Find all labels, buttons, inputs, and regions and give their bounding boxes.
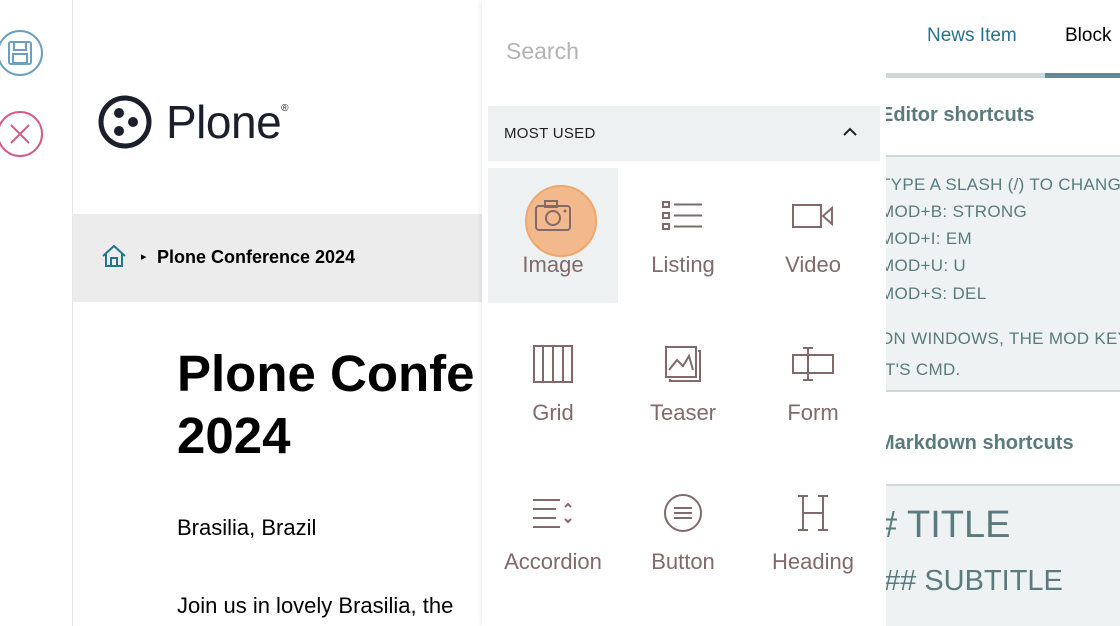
button-icon <box>653 483 713 543</box>
block-search-input[interactable] <box>506 38 866 65</box>
most-used-section-header[interactable]: MOST USED <box>488 106 880 161</box>
block-teaser[interactable]: Teaser <box>618 316 748 451</box>
block-label: Grid <box>532 400 574 425</box>
breadcrumb-separator: ▸ <box>141 251 147 263</box>
block-label: Video <box>785 252 841 277</box>
breadcrumb: ▸ Plone Conference 2024 <box>73 214 493 302</box>
tab-block[interactable]: Block <box>1065 25 1111 47</box>
form-icon <box>783 334 843 394</box>
section-label: MOST USED <box>504 125 596 142</box>
block-label: Button <box>651 549 715 574</box>
page-content: Plone ® ▸ Plone Conference 2024 Plone Co… <box>73 0 493 626</box>
video-icon <box>783 186 843 246</box>
shortcut-line: TYPE A SLASH (/) TO CHANGE <box>886 175 1120 194</box>
chevron-up-icon <box>843 127 857 136</box>
editor-shortcuts-title: Editor shortcuts <box>886 104 1035 126</box>
save-icon <box>8 41 32 65</box>
markdown-title-example: # TITLE <box>886 504 1011 546</box>
toolbar <box>0 0 73 626</box>
grid-icon <box>523 334 583 394</box>
block-label: Listing <box>651 252 715 277</box>
save-button[interactable] <box>0 30 43 76</box>
block-accordion[interactable]: Accordion <box>488 465 618 600</box>
block-button[interactable]: Button <box>618 465 748 600</box>
list-icon <box>653 186 713 246</box>
block-label: Teaser <box>649 400 717 425</box>
markdown-shortcuts-title: Markdown shortcuts <box>886 432 1074 454</box>
block-grid[interactable]: Grid <box>488 316 618 451</box>
block-listing[interactable]: Listing <box>618 168 748 303</box>
block-heading[interactable]: Heading <box>748 465 878 600</box>
logo-registered-mark: ® <box>281 102 289 114</box>
heading-icon <box>783 483 843 543</box>
intro-text[interactable]: Join us in lovely Brasilia, the <box>177 593 453 619</box>
tab-active-indicator <box>1045 73 1120 78</box>
site-logo[interactable]: Plone ® <box>98 95 289 149</box>
block-chooser: MOST USED Image Listi <box>482 0 886 626</box>
home-icon[interactable] <box>101 244 127 268</box>
logo-text: Plone <box>166 96 282 148</box>
shortcut-line: ON WINDOWS, THE MOD KEY <box>886 329 1120 348</box>
block-label: Heading <box>772 549 854 574</box>
page-title[interactable]: Plone Confe 2024 <box>177 343 493 467</box>
block-label: Form <box>787 400 839 425</box>
sidebar: News Item Block Editor shortcuts TYPE A … <box>886 0 1120 626</box>
block-label: Accordion <box>504 549 602 574</box>
markdown-subtitle-example: ## SUBTITLE <box>886 565 1063 597</box>
shortcut-line: MOD+B: STRONG <box>886 202 1027 221</box>
shortcut-line: MOD+U: U <box>886 256 966 275</box>
tab-news-item[interactable]: News Item <box>927 25 1017 47</box>
block-video[interactable]: Video <box>748 168 878 303</box>
teaser-icon <box>653 334 713 394</box>
cancel-button[interactable] <box>0 111 43 157</box>
shortcut-line: MOD+S: DEL <box>886 284 987 303</box>
plone-logo-icon <box>98 95 152 149</box>
close-icon <box>10 124 30 144</box>
accordion-icon <box>523 483 583 543</box>
shortcut-line: MOD+I: EM <box>886 229 972 248</box>
shortcut-line: IT'S CMD. <box>886 360 961 379</box>
event-location[interactable]: Brasilia, Brazil <box>177 515 316 541</box>
block-form[interactable]: Form <box>748 316 878 451</box>
breadcrumb-item[interactable]: Plone Conference 2024 <box>157 247 355 268</box>
